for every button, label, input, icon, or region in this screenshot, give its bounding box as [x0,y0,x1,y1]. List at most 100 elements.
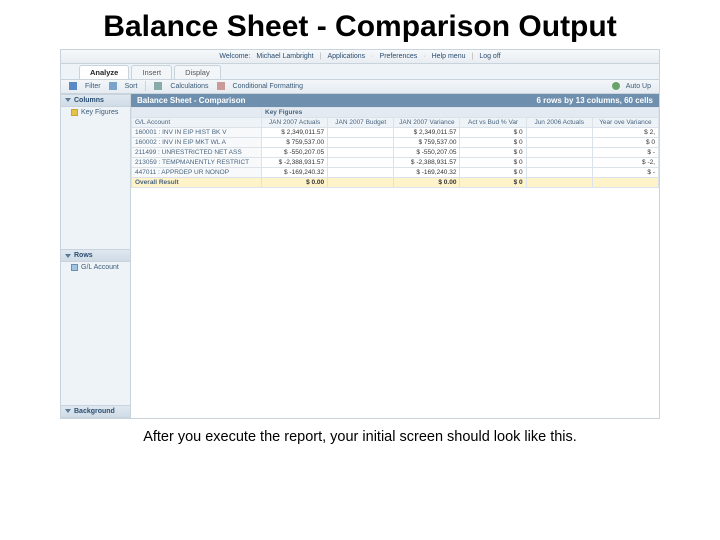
cell-value [526,157,592,167]
sidebar-item-label: Key Figures [81,109,118,116]
tabbar: Analyze Insert Display [61,64,659,80]
cell-value [328,167,394,177]
cell-value: $ - [592,147,658,157]
cell-value: $ 0 [460,127,526,137]
cell-value [328,147,394,157]
col-h3[interactable]: Act vs Bud % Var [460,117,526,127]
cell-account: 213059 : TEMPMANENTLY RESTRICT [132,157,262,167]
report-main: Balance Sheet - Comparison 6 rows by 13 … [131,94,659,418]
welcome-label: Welcome: [219,53,250,60]
cell-value: $ 0 [460,177,526,187]
report-title: Balance Sheet - Comparison [137,96,245,105]
table-row[interactable]: 447011 : APPRDEP UR NONOP$ -169,240.32$ … [132,167,659,177]
cell-value: $ - [592,167,658,177]
cell-value [526,167,592,177]
tab-analyze[interactable]: Analyze [79,65,129,79]
cell-value: $ 0 [460,137,526,147]
layout-sidebar: Columns Key Figures Rows G/L Acco [61,94,131,418]
cell-value: $ 0 [460,157,526,167]
panel-columns[interactable]: Columns [61,94,130,107]
cell-value [526,127,592,137]
col-h4[interactable]: Jun 2006 Actuals [526,117,592,127]
table-row[interactable]: 211499 : UNRESTRICTED NET ASS$ -550,207.… [132,147,659,157]
tab-insert[interactable]: Insert [131,65,172,79]
sap-report-app: Welcome: Michael Lambright | Application… [60,49,660,419]
cell-account: 160002 : INV IN EIP MKT WL A [132,137,262,147]
table-row-overall[interactable]: Overall Result$ 0.00$ 0.00$ 0 [132,177,659,187]
col-glaccount-label[interactable]: G/L Account [132,117,262,127]
report-status: 6 rows by 13 columns, 60 cells [537,96,654,105]
panel-columns-label: Columns [74,97,104,104]
toolbar: Filter Sort Calculations Conditional For… [61,80,659,94]
col-h0[interactable]: JAN 2007 Actuals [262,117,328,127]
cell-value: $ 759,537.00 [262,137,328,147]
nav-applications[interactable]: Applications [327,53,365,60]
welcome-user: Michael Lambright [256,53,313,60]
cell-value: $ 759,537.00 [394,137,460,147]
cell-value [328,157,394,167]
panel-rows[interactable]: Rows [61,249,130,262]
sort-icon [109,82,117,90]
chevron-down-icon [65,409,71,413]
cell-value [328,177,394,187]
nav-logoff[interactable]: Log off [479,53,500,60]
report-header: Balance Sheet - Comparison 6 rows by 13 … [131,94,659,107]
cell-value: $ -2,388,931.57 [262,157,328,167]
cell-account: 160001 : INV IN EIP HIST BK V [132,127,262,137]
col-glaccount[interactable] [132,107,262,117]
cell-value [328,137,394,147]
nav-help[interactable]: Help menu [432,53,466,60]
sidebar-item-glaccount[interactable]: G/L Account [71,264,126,271]
cell-value: $ 2,349,011.57 [262,127,328,137]
cell-value [526,137,592,147]
cell-value: $ 0.00 [394,177,460,187]
cell-value: $ -169,240.32 [394,167,460,177]
filter-icon [69,82,77,90]
panel-rows-label: Rows [74,252,93,259]
slide-title: Balance Sheet - Comparison Output [0,0,720,49]
table-row[interactable]: 213059 : TEMPMANENTLY RESTRICT$ -2,388,9… [132,157,659,167]
keyfigures-icon [71,109,78,116]
slide-caption: After you execute the report, your initi… [0,419,720,445]
topbar: Welcome: Michael Lambright | Application… [61,50,659,64]
cell-value: $ -2, [592,157,658,167]
cell-value: $ 2,349,011.57 [394,127,460,137]
filter-button[interactable]: Filter [85,83,101,90]
calc-icon [154,82,162,90]
cell-value: $ 0.00 [262,177,328,187]
refresh-icon[interactable] [612,82,620,90]
glaccount-icon [71,264,78,271]
panel-background-label: Background [74,408,115,415]
cond-icon [217,82,225,90]
table-row[interactable]: 160002 : INV IN EIP MKT WL A$ 759,537.00… [132,137,659,147]
sidebar-item-keyfigures[interactable]: Key Figures [71,109,126,116]
tab-display[interactable]: Display [174,65,221,79]
auto-update-label: Auto Up [626,83,651,90]
sort-button[interactable]: Sort [125,83,138,90]
col-h5[interactable]: Year ove Variance [592,117,658,127]
cell-value [592,177,658,187]
col-keyfigures: Key Figures [262,107,659,117]
calculations-button[interactable]: Calculations [170,83,208,90]
cell-account: 211499 : UNRESTRICTED NET ASS [132,147,262,157]
chevron-down-icon [65,254,71,258]
col-h1[interactable]: JAN 2007 Budget [328,117,394,127]
cell-value: $ -550,207.05 [262,147,328,157]
cell-overall-label: Overall Result [132,177,262,187]
cell-value: $ 0 [460,147,526,157]
conditional-formatting-button[interactable]: Conditional Formatting [233,83,303,90]
cell-value: $ 0 [592,137,658,147]
cell-value [526,177,592,187]
cell-value: $ -169,240.32 [262,167,328,177]
cell-value [526,147,592,157]
panel-background[interactable]: Background [61,405,130,418]
cell-value: $ 2, [592,127,658,137]
col-h2[interactable]: JAN 2007 Variance [394,117,460,127]
cell-value: $ -550,207.05 [394,147,460,157]
nav-preferences[interactable]: Preferences [380,53,418,60]
chevron-down-icon [65,98,71,102]
cell-value: $ 0 [460,167,526,177]
report-grid: Key Figures G/L Account JAN 2007 Actuals… [131,107,659,188]
table-row[interactable]: 160001 : INV IN EIP HIST BK V$ 2,349,011… [132,127,659,137]
sidebar-item-label: G/L Account [81,264,119,271]
